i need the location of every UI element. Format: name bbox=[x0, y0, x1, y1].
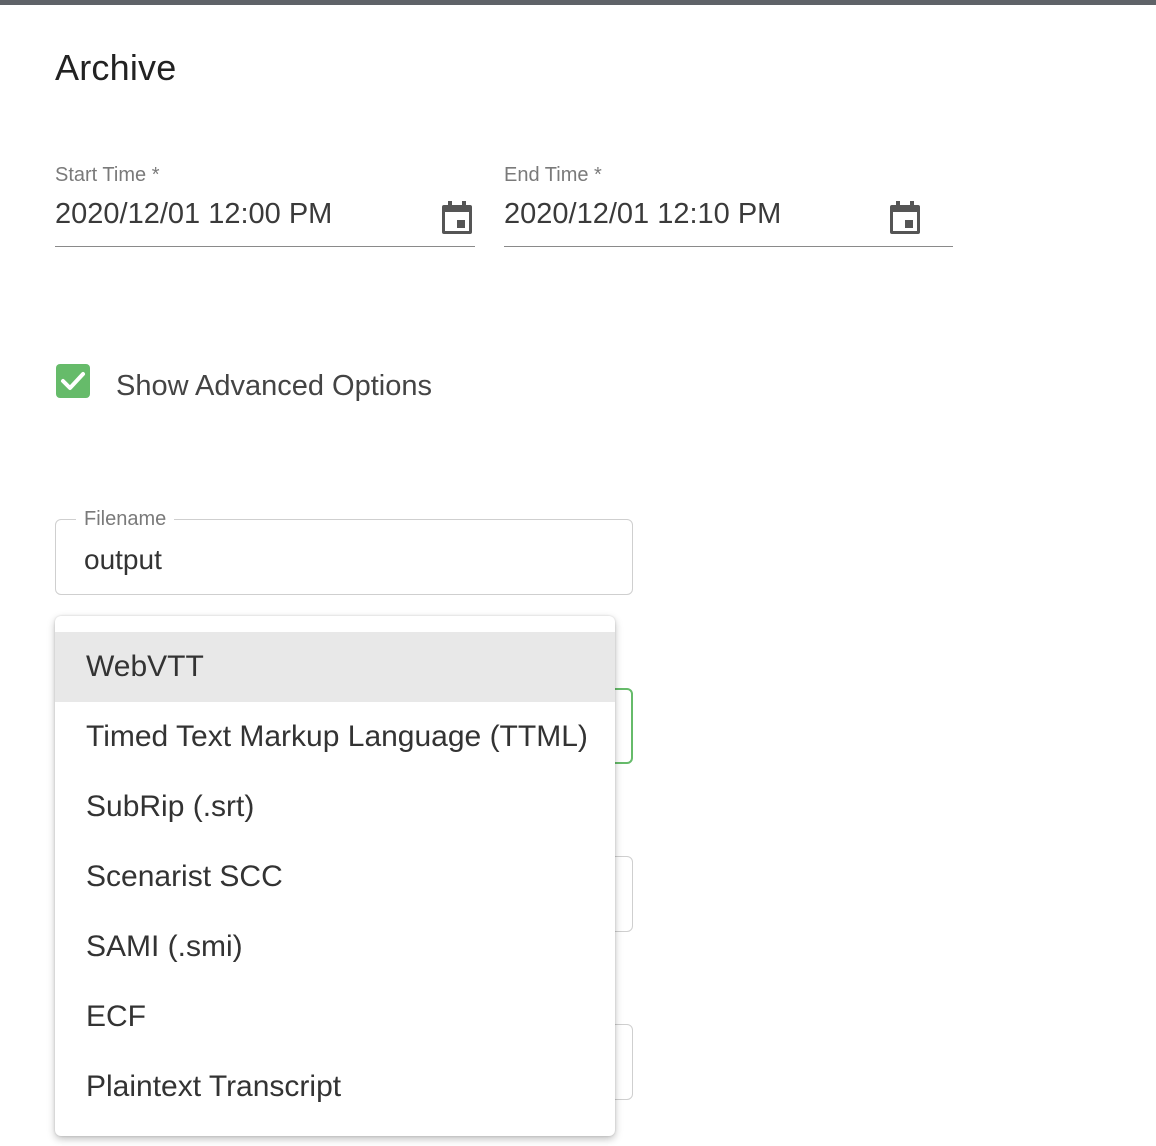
dropdown-option-ecf[interactable]: ECF bbox=[55, 982, 615, 1052]
dropdown-option-sami[interactable]: SAMI (.smi) bbox=[55, 912, 615, 982]
calendar-icon[interactable] bbox=[440, 200, 474, 236]
filename-input[interactable]: output bbox=[84, 544, 162, 576]
end-time-value[interactable]: 2020/12/01 12:10 PM bbox=[504, 198, 781, 231]
end-time-label: End Time * bbox=[504, 164, 602, 186]
dropdown-option-srt[interactable]: SubRip (.srt) bbox=[55, 772, 615, 842]
page-title: Archive bbox=[55, 47, 177, 88]
filename-field[interactable]: Filename output bbox=[55, 508, 633, 595]
start-time-value[interactable]: 2020/12/01 12:00 PM bbox=[55, 198, 332, 231]
dropdown-option-scc[interactable]: Scenarist SCC bbox=[55, 842, 615, 912]
dropdown-option-plaintext[interactable]: Plaintext Transcript bbox=[55, 1052, 615, 1122]
filename-label: Filename bbox=[76, 508, 175, 531]
dropdown-option-ttml[interactable]: Timed Text Markup Language (TTML) bbox=[55, 702, 615, 772]
start-time-field[interactable]: Start Time * 2020/12/01 12:00 PM bbox=[55, 160, 475, 247]
advanced-options-checkbox[interactable] bbox=[56, 364, 90, 398]
calendar-icon[interactable] bbox=[888, 200, 922, 236]
end-time-field[interactable]: End Time * 2020/12/01 12:10 PM bbox=[504, 160, 953, 247]
dropdown-option-webvtt[interactable]: WebVTT bbox=[55, 632, 615, 702]
start-time-label: Start Time * bbox=[55, 164, 160, 186]
format-dropdown-menu: WebVTT Timed Text Markup Language (TTML)… bbox=[55, 616, 615, 1136]
advanced-options-label[interactable]: Show Advanced Options bbox=[116, 370, 432, 403]
check-icon bbox=[61, 372, 85, 390]
top-divider bbox=[0, 0, 1156, 5]
